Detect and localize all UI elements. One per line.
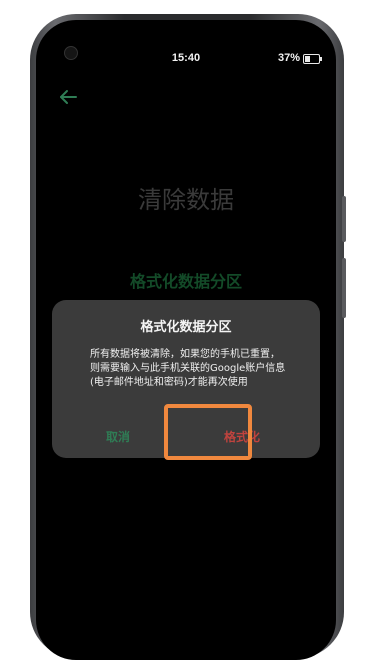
dialog-message: 所有数据将被清除，如果您的手机已重置，则需要输入与此手机关联的Google账户信… [90,349,286,388]
volume-button [342,196,346,242]
highlight-annotation [164,404,252,460]
cancel-button[interactable]: 取消 [106,428,130,445]
phone-screen: 15:40 37% 清除数据 格式化数据分区 格式化数据分区 所有数据将被清除，… [36,20,336,660]
arrow-left-icon[interactable] [58,88,78,106]
section-title[interactable]: 格式化数据分区 [36,268,336,292]
battery-icon [303,54,322,64]
dialog-title: 格式化数据分区 [140,320,232,335]
screenshot-stage: 15:40 37% 清除数据 格式化数据分区 格式化数据分区 所有数据将被清除，… [0,0,372,660]
page-title: 清除数据 [138,186,234,214]
power-button [342,258,346,318]
battery-percent: 37% [277,52,300,64]
